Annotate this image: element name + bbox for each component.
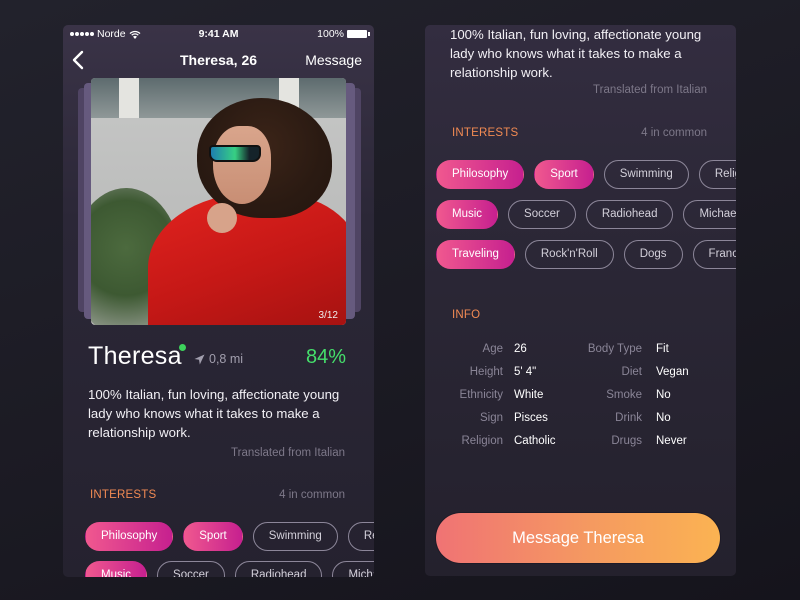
info-row: Height 5' 4" Diet Vegan xyxy=(425,366,736,386)
info-key: Drugs xyxy=(611,435,642,447)
info-value: 26 xyxy=(514,343,527,355)
distance-value: 0,8 mi xyxy=(209,352,244,366)
interests-label: INTERESTS xyxy=(90,489,157,501)
interest-chip[interactable]: Swimming xyxy=(252,522,338,551)
info-key: Drink xyxy=(615,412,642,424)
message-nav-button[interactable]: Message xyxy=(305,52,362,68)
profile-screen-scrolled: 100% Italian, fun loving, affectionate y… xyxy=(425,25,736,576)
status-bar: Norde 9:41 AM 100% xyxy=(63,25,374,43)
info-key: Ethnicity xyxy=(459,389,503,401)
info-key: Body Type xyxy=(587,343,642,355)
interest-chip[interactable]: Radiohead xyxy=(234,561,323,577)
message-theresa-button[interactable]: Message Theresa xyxy=(436,513,720,563)
photo-subject-sunglasses xyxy=(209,145,261,162)
info-row: Ethnicity White Smoke No xyxy=(425,389,736,409)
info-key: Smoke xyxy=(606,389,642,401)
info-label: INFO xyxy=(452,309,481,321)
interests-common-count: 4 in common xyxy=(641,127,707,139)
info-value: Catholic xyxy=(514,435,556,447)
info-key: Religion xyxy=(461,435,503,447)
photo-subject-hand xyxy=(207,203,237,233)
photo-subject-face xyxy=(213,126,271,204)
battery-percent: 100% xyxy=(317,28,344,40)
profile-screen-top: Norde 9:41 AM 100% Theresa, 26 Message 3… xyxy=(63,25,374,577)
info-value: 5' 4" xyxy=(514,366,537,378)
info-value: Pisces xyxy=(514,412,548,424)
interest-chip[interactable]: Religion xyxy=(347,522,374,551)
info-value: No xyxy=(656,389,671,401)
info-value: Fit xyxy=(656,343,669,355)
info-row: Sign Pisces Drink No xyxy=(425,412,736,432)
photo-counter: 3/12 xyxy=(318,310,338,321)
interests-row: Philosophy Sport Swimming Religion xyxy=(85,522,374,551)
interest-chip[interactable]: Philosophy xyxy=(436,160,525,189)
interest-chip[interactable]: Michael B xyxy=(683,200,736,229)
interests-label: INTERESTS xyxy=(452,127,519,139)
profile-header: Theresa 0,8 mi 84% xyxy=(88,340,346,380)
translation-note[interactable]: Translated from Italian xyxy=(593,84,707,96)
interest-chip[interactable]: France xyxy=(692,240,736,269)
info-key: Height xyxy=(469,366,503,378)
battery-icon xyxy=(347,30,370,38)
interest-chip[interactable]: Music xyxy=(85,561,148,577)
interests-row: Traveling Rock'n'Roll Dogs France xyxy=(436,240,736,269)
profile-name: Theresa xyxy=(88,342,182,370)
interest-chip[interactable]: Religion xyxy=(698,160,736,189)
interests-common-count: 4 in common xyxy=(279,489,345,501)
info-key: Age xyxy=(482,343,503,355)
info-key: Diet xyxy=(621,366,642,378)
info-value: Vegan xyxy=(656,366,689,378)
profile-photo[interactable]: 3/12 xyxy=(91,78,346,325)
distance: 0,8 mi xyxy=(194,352,243,366)
info-key: Sign xyxy=(479,412,503,424)
profile-bio: 100% Italian, fun loving, affectionate y… xyxy=(88,387,340,440)
info-value: White xyxy=(514,389,544,401)
interest-chip[interactable]: Traveling xyxy=(436,240,515,269)
info-row: Religion Catholic Drugs Never xyxy=(425,435,736,455)
interests-row: Music Soccer Radiohead Michael B xyxy=(85,561,374,577)
interest-chip[interactable]: Radiohead xyxy=(585,200,674,229)
interest-chip[interactable]: Michael B xyxy=(332,561,374,577)
translation-note[interactable]: Translated from Italian xyxy=(231,447,345,459)
interest-chip[interactable]: Philosophy xyxy=(85,522,174,551)
interest-chip[interactable]: Soccer xyxy=(508,200,576,229)
nav-bar: Theresa, 26 Message xyxy=(63,47,374,73)
info-value: Never xyxy=(656,435,687,447)
interest-chip[interactable]: Dogs xyxy=(623,240,683,269)
interest-chip[interactable]: Soccer xyxy=(157,561,225,577)
interests-row: Philosophy Sport Swimming Religion xyxy=(436,160,736,189)
location-arrow-icon xyxy=(194,354,205,364)
match-percentage: 84% xyxy=(305,346,346,368)
interests-row: Music Soccer Radiohead Michael B xyxy=(436,200,736,229)
interest-chip[interactable]: Swimming xyxy=(603,160,689,189)
info-row: Age 26 Body Type Fit xyxy=(425,343,736,363)
profile-bio: 100% Italian, fun loving, affectionate y… xyxy=(450,27,702,80)
interest-chip[interactable]: Sport xyxy=(534,160,594,189)
battery-info: 100% xyxy=(317,28,370,40)
info-value: No xyxy=(656,412,671,424)
online-status-dot xyxy=(179,344,186,351)
interest-chip[interactable]: Rock'n'Roll xyxy=(524,240,614,269)
interest-chip[interactable]: Sport xyxy=(183,522,243,551)
interest-chip[interactable]: Music xyxy=(436,200,499,229)
